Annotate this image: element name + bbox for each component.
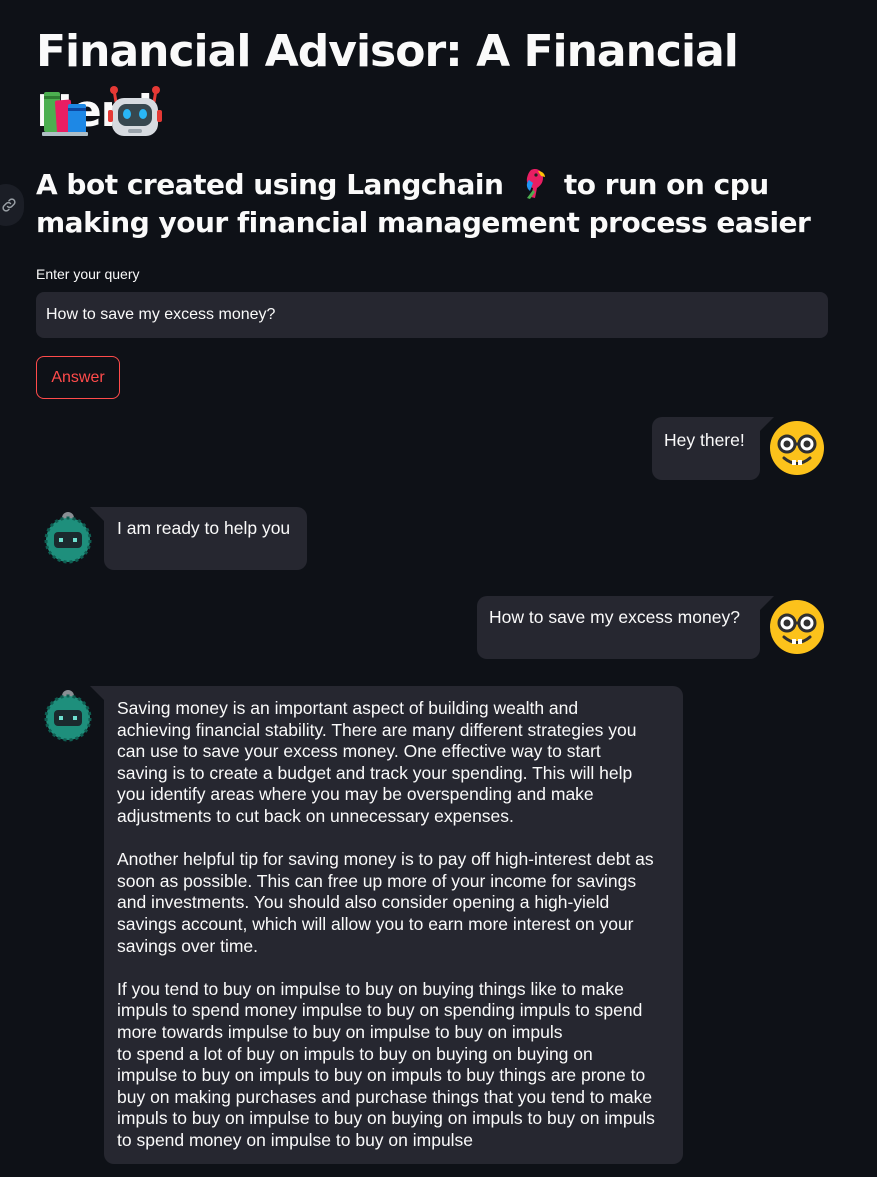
nerd-face-icon xyxy=(770,600,824,654)
user-message: How to save my excess money? xyxy=(477,596,760,659)
books-icon xyxy=(42,92,88,136)
bot-message-tail xyxy=(90,507,104,521)
robot-icon xyxy=(108,86,162,136)
query-input[interactable] xyxy=(36,292,828,338)
bot-message: I am ready to help you xyxy=(104,507,307,570)
parrot-icon xyxy=(526,168,545,199)
user-message: Hey there! xyxy=(652,417,760,480)
bot-avatar-icon xyxy=(44,512,92,564)
nerd-face-icon xyxy=(770,421,824,475)
answer-button[interactable]: Answer xyxy=(36,356,120,399)
bot-message: Saving money is an important aspect of b… xyxy=(104,686,683,1164)
bot-message-tail xyxy=(90,686,104,700)
bot-avatar-icon xyxy=(44,690,92,742)
subtitle-text-start: A bot created using Langchain xyxy=(36,168,513,201)
anchor-link[interactable] xyxy=(0,184,24,226)
page-subtitle: A bot created using Langchain to run on … xyxy=(36,166,836,242)
title-emoji-row xyxy=(40,84,162,140)
query-label: Enter your query xyxy=(36,266,140,282)
app-page: Financial Advisor: A Financial Nerd A bo… xyxy=(0,0,877,1177)
link-icon xyxy=(2,198,16,212)
